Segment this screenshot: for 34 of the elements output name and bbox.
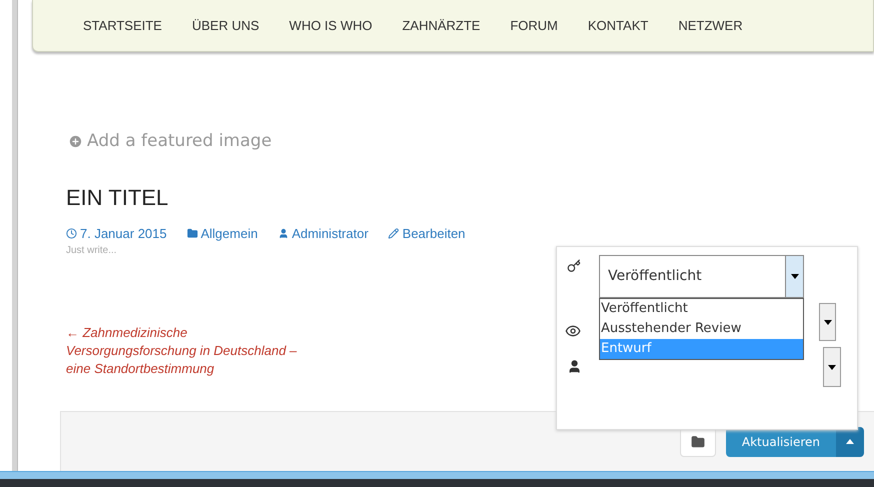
post-title: EIN TITEL xyxy=(66,186,170,208)
caret-icon xyxy=(846,439,854,444)
meta-link[interactable]: 7. Januar 2015 xyxy=(66,224,167,243)
person-icon xyxy=(567,359,582,374)
folder-icon xyxy=(186,228,198,239)
nav-link[interactable]: KONTAKT xyxy=(588,16,648,36)
pencil-icon xyxy=(388,228,400,239)
folder-icon xyxy=(690,434,705,448)
status-select[interactable]: Veröffentlicht xyxy=(599,255,804,298)
caret-icon xyxy=(824,320,832,324)
select-arrow-button[interactable] xyxy=(823,347,841,387)
select-arrow-button[interactable] xyxy=(819,303,836,341)
plus-icon xyxy=(68,134,83,150)
meta-link[interactable]: Administrator xyxy=(278,224,368,243)
meta-link[interactable]: Bearbeiten xyxy=(388,224,466,243)
dropdown-button[interactable] xyxy=(836,426,864,456)
select-arrow-button[interactable] xyxy=(785,256,803,297)
dropdown-option[interactable]: Veröffentlicht xyxy=(600,299,803,319)
nav-link[interactable]: FORUM xyxy=(510,16,558,36)
eye-icon xyxy=(565,323,581,339)
dropdown-option[interactable]: Ausstehender Review xyxy=(600,319,803,339)
nav-link[interactable]: ZAHNÄRZTE xyxy=(402,16,480,36)
clock-icon xyxy=(66,228,77,239)
nav-link[interactable]: WHO IS WHO xyxy=(289,16,372,36)
key-icon xyxy=(567,259,581,273)
nav-link[interactable]: ÜBER UNS xyxy=(192,16,260,36)
nav-link[interactable]: STARTSEITE xyxy=(83,16,162,36)
person-icon xyxy=(278,228,289,239)
caret-icon xyxy=(790,274,798,279)
nav-link[interactable]: NETZWER xyxy=(678,16,743,36)
meta-link[interactable]: Allgemein xyxy=(186,224,258,243)
previous-post-link[interactable]: ← Zahnmedizinische Versorgungsforschung in Deutschland – eine Standortbestimmung xyxy=(66,324,297,378)
excerpt-text: Just write... xyxy=(66,244,118,258)
caret-icon xyxy=(828,364,836,370)
